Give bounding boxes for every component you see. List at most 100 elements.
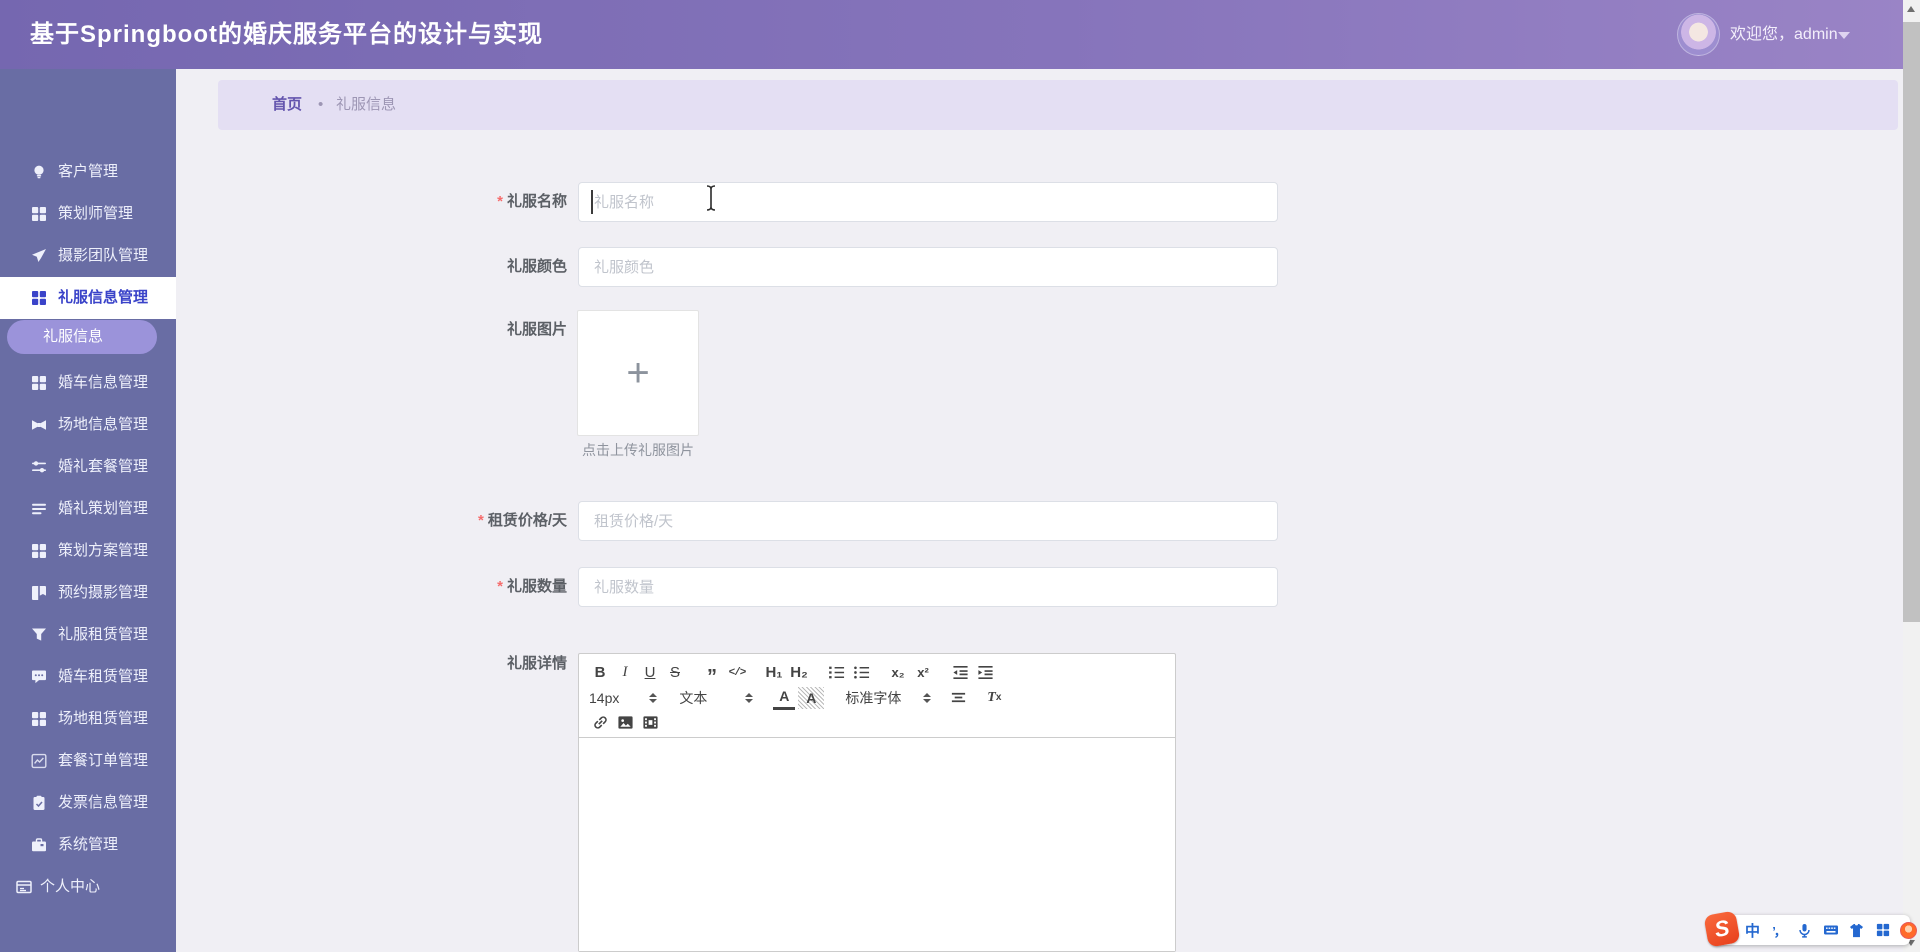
font-family-picker[interactable]: 标准字体: [845, 688, 932, 708]
sidebar-item-wedding-planning-mgmt[interactable]: 婚礼策划管理: [0, 488, 176, 530]
ime-mic-icon[interactable]: [1796, 922, 1813, 939]
picker-arrows-icon: [649, 692, 658, 703]
sidebar-subitem-dress-info[interactable]: 礼服信息: [7, 320, 157, 354]
ime-punctuation-icon[interactable]: ’，: [1770, 922, 1787, 939]
subscript-button[interactable]: x₂: [887, 662, 909, 684]
sidebar-item-photo-booking-mgmt[interactable]: 预约摄影管理: [0, 572, 176, 614]
clear-format-button[interactable]: Tx: [983, 687, 1005, 709]
sidebar-item-car-rental-mgmt[interactable]: 婚车租赁管理: [0, 656, 176, 698]
scroll-up-arrow-icon[interactable]: [1907, 6, 1915, 12]
heading2-button[interactable]: H₂: [788, 662, 810, 684]
sidebar-item-label: 套餐订单管理: [58, 752, 149, 769]
funnel-icon: [31, 627, 47, 643]
font-size-value: 14px: [589, 689, 620, 706]
id-card-icon: [16, 879, 32, 895]
clipboard-icon: [31, 795, 47, 811]
field-label-rental-price: * 租赁价格/天: [176, 501, 567, 541]
breadcrumb-home-link[interactable]: 首页: [272, 80, 302, 130]
field-label-dress-name: * 礼服名称: [176, 182, 567, 222]
grid-icon: [31, 206, 47, 222]
superscript-button[interactable]: x²: [912, 662, 934, 684]
sogou-logo-icon[interactable]: S: [1703, 910, 1741, 948]
insert-image-button[interactable]: [614, 712, 636, 734]
rich-text-editor: B I U S ” </> H₁ H₂ x₂ x² 14px 文本 A A 标准…: [578, 653, 1176, 952]
sidebar-item-label: 摄影团队管理: [58, 247, 149, 264]
chat-bubble-icon: [31, 669, 47, 685]
sidebar-item-planning-scheme-mgmt[interactable]: 策划方案管理: [0, 530, 176, 572]
page-title: 基于Springboot的婚庆服务平台的设计与实现: [30, 21, 543, 48]
field-label-dress-color: 礼服颜色: [176, 247, 567, 287]
font-family-value: 标准字体: [845, 689, 902, 706]
sidebar-item-label: 策划师管理: [58, 205, 134, 222]
text-style-picker[interactable]: 文本: [679, 688, 754, 708]
sidebar-item-system-mgmt[interactable]: 系统管理: [0, 824, 176, 866]
list-lines-icon: [31, 501, 47, 517]
label-text: 租赁价格/天: [487, 512, 567, 529]
sidebar-item-label: 个人中心: [40, 878, 101, 895]
sidebar-item-label: 客户管理: [58, 163, 119, 180]
image-upload-dropzone[interactable]: +: [577, 310, 699, 436]
ime-skin-icon[interactable]: [1848, 922, 1865, 939]
align-button[interactable]: [947, 687, 969, 709]
ime-chinese-mode-icon[interactable]: 中: [1744, 922, 1761, 940]
sidebar-item-venue-rental-mgmt[interactable]: 场地租赁管理: [0, 698, 176, 740]
vertical-scrollbar[interactable]: [1903, 0, 1920, 952]
dress-quantity-input[interactable]: [578, 567, 1278, 607]
sidebar-item-label: 发票信息管理: [58, 794, 149, 811]
text-color-button[interactable]: A: [773, 685, 796, 710]
bold-button[interactable]: B: [589, 662, 611, 684]
required-mark: *: [477, 512, 484, 529]
sidebar-item-package-order-mgmt[interactable]: 套餐订单管理: [0, 740, 176, 782]
dress-color-input[interactable]: [578, 247, 1278, 287]
blockquote-button[interactable]: ”: [701, 658, 723, 688]
bulb-icon: [31, 164, 47, 180]
insert-link-button[interactable]: [589, 712, 611, 734]
sidebar-item-customer-mgmt[interactable]: 客户管理: [0, 151, 176, 193]
ime-emoji-icon[interactable]: [1900, 921, 1917, 939]
italic-button[interactable]: I: [614, 662, 636, 684]
insert-video-button[interactable]: [639, 712, 661, 734]
book-icon: [31, 585, 47, 601]
strikethrough-button[interactable]: S: [664, 662, 686, 684]
sidebar-item-personal-center[interactable]: 个人中心: [0, 866, 176, 908]
ime-keyboard-icon[interactable]: [1822, 922, 1839, 939]
background-color-button[interactable]: A: [798, 686, 825, 709]
ime-toolbox-icon[interactable]: [1874, 922, 1891, 939]
sidebar-item-dress-rental-mgmt[interactable]: 礼服租赁管理: [0, 614, 176, 656]
sidebar-item-dress-info-mgmt[interactable]: 礼服信息管理: [0, 277, 176, 319]
main-content: 首页 • 礼服信息 *礼服名称 礼服颜色 礼服图片 + 点击上传礼服图片 *租赁…: [176, 69, 1903, 952]
heading1-button[interactable]: H₁: [763, 662, 785, 684]
sidebar-item-planner-mgmt[interactable]: 策划师管理: [0, 193, 176, 235]
text-input-caret: [591, 190, 593, 214]
clean-glyph-x: x: [995, 692, 1002, 703]
code-block-button[interactable]: </>: [726, 662, 748, 684]
label-text: 礼服颜色: [506, 258, 567, 275]
sidebar-item-invoice-info-mgmt[interactable]: 发票信息管理: [0, 782, 176, 824]
user-dropdown-caret-icon[interactable]: [1838, 32, 1850, 39]
ime-toolbar[interactable]: S 中 ’，: [1703, 910, 1917, 948]
welcome-text[interactable]: 欢迎您，admin: [1730, 0, 1838, 69]
grid-icon: [31, 711, 47, 727]
editor-toolbar: B I U S ” </> H₁ H₂ x₂ x² 14px 文本 A A 标准…: [579, 654, 1175, 738]
scrollbar-thumb[interactable]: [1903, 22, 1920, 622]
rental-price-input[interactable]: [578, 501, 1278, 541]
editor-content-area[interactable]: [579, 738, 1175, 951]
ordered-list-button[interactable]: [825, 662, 847, 684]
outdent-button[interactable]: [949, 662, 971, 684]
dress-name-input[interactable]: [578, 182, 1278, 222]
sidebar-item-wedding-car-info-mgmt[interactable]: 婚车信息管理: [0, 362, 176, 404]
sidebar-item-photo-team-mgmt[interactable]: 摄影团队管理: [0, 235, 176, 277]
indent-button[interactable]: [974, 662, 996, 684]
label-text: 礼服详情: [506, 655, 567, 672]
bullet-list-button[interactable]: [850, 662, 872, 684]
sidebar-subitem-label: 礼服信息: [43, 328, 104, 345]
sidebar-item-label: 场地信息管理: [58, 416, 149, 433]
underline-button[interactable]: U: [639, 662, 661, 684]
app-header: 基于Springboot的婚庆服务平台的设计与实现 欢迎您，admin: [0, 0, 1920, 69]
sidebar-item-wedding-package-mgmt[interactable]: 婚礼套餐管理: [0, 446, 176, 488]
user-avatar[interactable]: [1677, 13, 1720, 56]
sidebar-item-label: 婚车信息管理: [58, 374, 149, 391]
sidebar-item-venue-info-mgmt[interactable]: 场地信息管理: [0, 404, 176, 446]
grid-icon: [31, 375, 47, 391]
font-size-picker[interactable]: 14px: [589, 689, 658, 706]
